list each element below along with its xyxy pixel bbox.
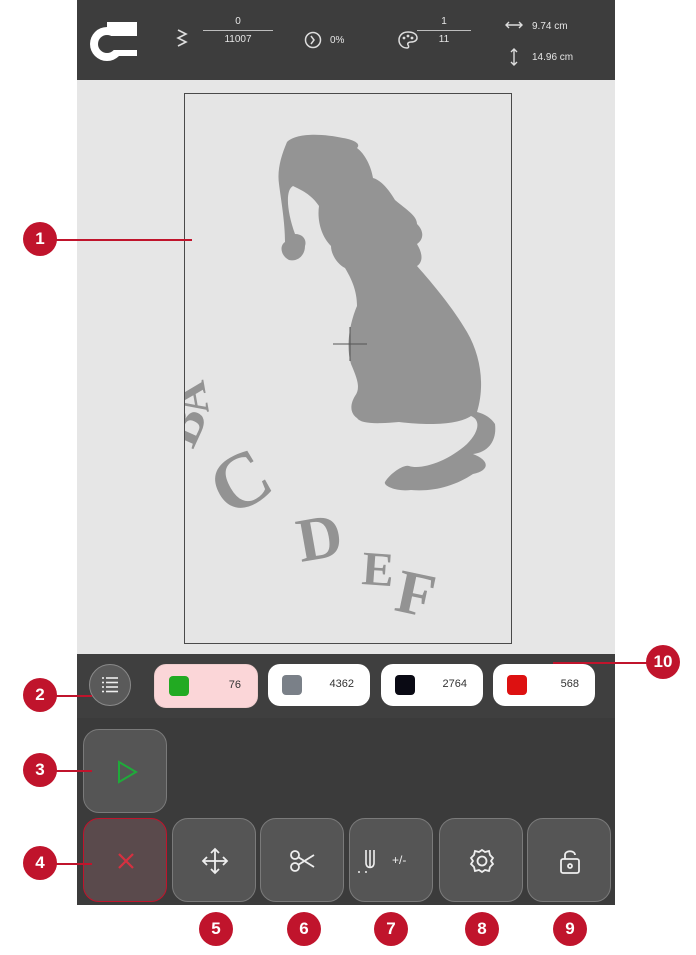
close-icon bbox=[118, 853, 134, 869]
color-total: 11 bbox=[438, 34, 450, 45]
needle-adjust-icon bbox=[358, 850, 375, 873]
hoop-frame: A B C D E F bbox=[184, 93, 512, 644]
callout-2: 2 bbox=[23, 678, 57, 712]
color-list-button[interactable] bbox=[89, 664, 131, 706]
color-stitch-count: 2764 bbox=[442, 678, 467, 690]
color-swatch bbox=[282, 675, 302, 695]
callout-10: 10 bbox=[646, 645, 680, 679]
color-stitch-count: 76 bbox=[228, 679, 241, 691]
move-arrows-icon bbox=[201, 847, 229, 875]
color-current: 1 bbox=[441, 16, 447, 27]
color-counter: 1 11 bbox=[417, 16, 471, 45]
color-stitch-count: 4362 bbox=[329, 678, 354, 690]
embroidery-screen: 0 11007 0% 1 11 9.74 cm 14.96 cm A B C D… bbox=[77, 0, 615, 905]
design-height: 14.96 cm bbox=[532, 52, 574, 63]
lock-button[interactable] bbox=[527, 818, 611, 902]
callout-7: 7 bbox=[374, 912, 408, 946]
stitch-current: 0 bbox=[235, 16, 241, 27]
color-stitch-count: 568 bbox=[560, 678, 579, 690]
color-block-1[interactable]: 76 bbox=[154, 664, 258, 708]
callout-6: 6 bbox=[287, 912, 321, 946]
stitch-total: 11007 bbox=[224, 34, 252, 45]
progress-icon bbox=[304, 31, 322, 49]
scissors-icon bbox=[290, 850, 315, 872]
palette-icon bbox=[398, 31, 418, 49]
callout-5: 5 bbox=[199, 912, 233, 946]
play-icon bbox=[118, 760, 138, 784]
app-logo-icon[interactable] bbox=[87, 18, 141, 64]
letter-d: D bbox=[292, 501, 348, 576]
callout-line-1 bbox=[40, 239, 192, 241]
height-arrow-icon bbox=[510, 48, 518, 66]
cut-thread-button[interactable] bbox=[260, 818, 344, 902]
color-block-bar: 76 4362 2764 568 bbox=[77, 654, 615, 718]
color-swatch bbox=[169, 676, 189, 696]
status-bar: 0 11007 0% 1 11 9.74 cm 14.96 cm bbox=[77, 0, 615, 80]
width-arrow-icon bbox=[505, 21, 523, 29]
color-swatch bbox=[395, 675, 415, 695]
progress-percent: 0% bbox=[330, 35, 345, 46]
design-preview[interactable]: A B C D E F bbox=[185, 94, 510, 642]
embroidery-field[interactable]: A B C D E F bbox=[77, 80, 615, 654]
color-swatch bbox=[507, 675, 527, 695]
list-icon bbox=[102, 677, 118, 693]
callout-8: 8 bbox=[465, 912, 499, 946]
settings-button[interactable] bbox=[439, 818, 523, 902]
letter-f: F bbox=[390, 557, 441, 631]
stitch-counter: 0 11007 bbox=[203, 16, 273, 45]
callout-4: 4 bbox=[23, 846, 57, 880]
needle-adjust-button[interactable]: +/- bbox=[349, 818, 433, 902]
callout-1: 1 bbox=[23, 222, 57, 256]
gear-icon bbox=[469, 848, 495, 874]
letter-e: E bbox=[360, 542, 396, 597]
design-width: 9.74 cm bbox=[532, 21, 568, 32]
cancel-button[interactable] bbox=[83, 818, 167, 902]
move-button[interactable] bbox=[172, 818, 256, 902]
stitch-count-icon bbox=[176, 29, 188, 47]
needle-adjust-label: +/- bbox=[392, 853, 407, 867]
color-block-2[interactable]: 4362 bbox=[268, 664, 370, 706]
callout-line-10 bbox=[553, 662, 661, 664]
start-button[interactable] bbox=[83, 729, 167, 813]
color-block-3[interactable]: 2764 bbox=[381, 664, 483, 706]
callout-3: 3 bbox=[23, 753, 57, 787]
color-block-4[interactable]: 568 bbox=[493, 664, 595, 706]
callout-9: 9 bbox=[553, 912, 587, 946]
cat-silhouette bbox=[278, 134, 496, 491]
lock-icon bbox=[560, 850, 580, 874]
